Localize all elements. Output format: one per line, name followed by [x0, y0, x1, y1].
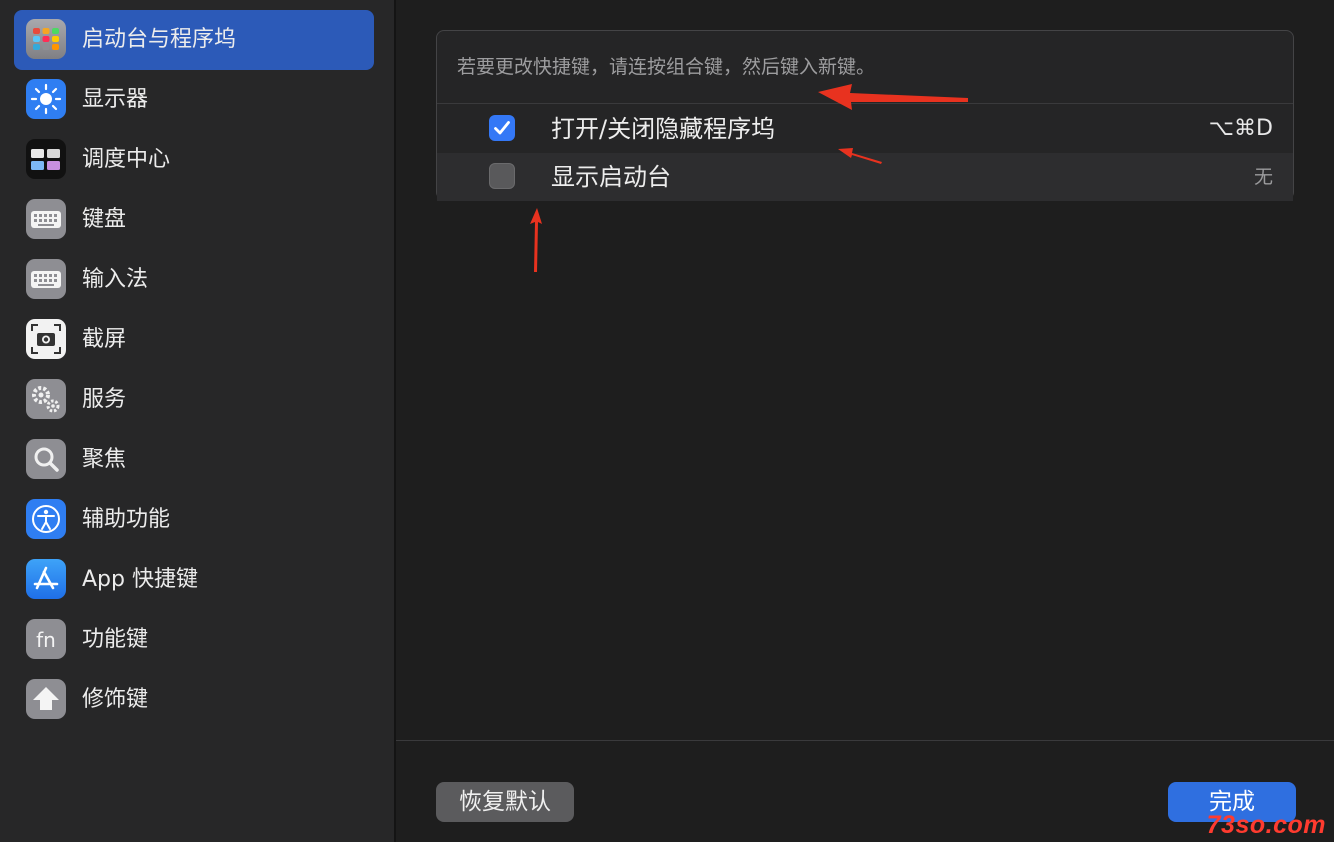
- shortcut-list-panel: 若要更改快捷键，请连按组合键，然后键入新键。 打开/关闭隐藏程序坞 ⌥⌘D 显示…: [436, 30, 1294, 201]
- sidebar-item-label: App 快捷键: [82, 567, 198, 592]
- shortcut-label: 打开/关闭隐藏程序坞: [551, 115, 776, 143]
- sidebar-item-label: 显示器: [82, 87, 149, 112]
- checkmark-icon: [494, 121, 510, 135]
- spotlight-search-icon: [26, 439, 66, 479]
- shortcut-row-show-launchpad[interactable]: 显示启动台 无: [437, 153, 1293, 201]
- sidebar-item-services[interactable]: 服务: [14, 370, 374, 430]
- services-gear-icon: [26, 379, 66, 419]
- sidebar-item-label: 辅助功能: [82, 507, 171, 532]
- sidebar-item-label: 修饰键: [82, 687, 149, 712]
- watermark: 73so.com: [1206, 811, 1326, 839]
- shortcut-key[interactable]: ⌥⌘D: [1209, 105, 1273, 153]
- sidebar-item-keyboard[interactable]: 键盘: [14, 190, 374, 250]
- fn-key-icon: fn: [26, 619, 66, 659]
- app-store-icon: [26, 559, 66, 599]
- sidebar-item-label: 启动台与程序坞: [82, 27, 237, 52]
- divider: [437, 103, 1293, 104]
- footer-divider: [396, 740, 1334, 741]
- instruction-hint: 若要更改快捷键，请连按组合键，然后键入新键。: [457, 56, 876, 78]
- sidebar-item-display[interactable]: 显示器: [14, 70, 374, 130]
- sidebar-item-label: 截屏: [82, 327, 127, 352]
- sidebar-item-app-shortcuts[interactable]: App 快捷键: [14, 550, 374, 610]
- sidebar-item-accessibility[interactable]: 辅助功能: [14, 490, 374, 550]
- mission-control-icon: [26, 139, 66, 179]
- checkbox-unchecked[interactable]: [489, 163, 515, 189]
- checkbox-checked[interactable]: [489, 115, 515, 141]
- sidebar-item-spotlight[interactable]: 聚焦: [14, 430, 374, 490]
- modifier-up-arrow-icon: [26, 679, 66, 719]
- sidebar-item-label: 功能键: [82, 627, 149, 652]
- keyboard-icon: [26, 199, 66, 239]
- sidebar-item-modifier-keys[interactable]: 修饰键: [14, 670, 374, 730]
- shortcut-key[interactable]: 无: [1254, 153, 1273, 201]
- restore-defaults-button[interactable]: 恢复默认: [436, 782, 574, 822]
- shortcut-label: 显示启动台: [551, 163, 671, 191]
- launchpad-dock-icon: [26, 19, 66, 59]
- sidebar: 启动台与程序坞 显示器 调度中心 键盘 输入法 截屏 服务 聚焦 辅助功能 Ap…: [0, 0, 396, 842]
- sidebar-item-launchpad-dock[interactable]: 启动台与程序坞: [14, 10, 374, 70]
- svg-text:fn: fn: [36, 628, 56, 652]
- shortcut-row-toggle-dock[interactable]: 打开/关闭隐藏程序坞 ⌥⌘D: [437, 105, 1293, 153]
- accessibility-icon: [26, 499, 66, 539]
- sidebar-item-label: 输入法: [82, 267, 149, 292]
- sidebar-item-screenshot[interactable]: 截屏: [14, 310, 374, 370]
- sidebar-item-label: 服务: [82, 387, 127, 412]
- sidebar-item-input-source[interactable]: 输入法: [14, 250, 374, 310]
- sidebar-item-label: 键盘: [82, 207, 127, 232]
- screenshot-camera-icon: [26, 319, 66, 359]
- display-sun-icon: [26, 79, 66, 119]
- sidebar-item-function-keys[interactable]: fn 功能键: [14, 610, 374, 670]
- main-pane: 若要更改快捷键，请连按组合键，然后键入新键。 打开/关闭隐藏程序坞 ⌥⌘D 显示…: [396, 0, 1334, 842]
- sidebar-item-label: 调度中心: [82, 147, 171, 172]
- sidebar-item-label: 聚焦: [82, 447, 127, 472]
- sidebar-item-mission-control[interactable]: 调度中心: [14, 130, 374, 190]
- input-source-keyboard-icon: [26, 259, 66, 299]
